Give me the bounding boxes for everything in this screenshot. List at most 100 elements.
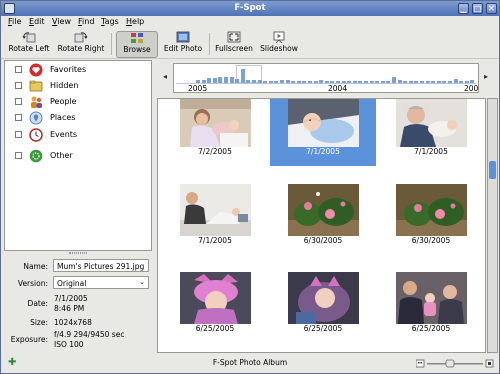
title-bar[interactable]: F-Spot ▁ □ ✕ <box>1 1 499 16</box>
menu-edit[interactable]: Edit <box>29 17 45 26</box>
photo-thumbnail[interactable]: 7/1/2005 <box>162 181 268 255</box>
splitter-grip <box>69 252 87 254</box>
timeline-prev-arrow[interactable]: ◂ <box>163 72 167 81</box>
menu-view[interactable]: View <box>52 17 71 26</box>
timeline-histogram-bar <box>308 81 312 83</box>
tag-item-people[interactable]: People <box>5 94 151 110</box>
timeline-baseline <box>176 83 476 84</box>
timeline-bar[interactable]: 2005 2004 200 <box>173 63 479 93</box>
tag-checkbox[interactable] <box>15 98 22 105</box>
exposure-value: f/4.9 294/9450 sec <box>54 330 125 339</box>
edit-photo-icon <box>176 31 190 43</box>
timeline-histogram-bar <box>431 81 436 83</box>
timeline-histogram-bar <box>313 81 318 83</box>
fullscreen-button[interactable]: Fullscreen <box>213 31 255 58</box>
timeline-histogram-bar <box>347 81 352 83</box>
tag-label: Favorites <box>50 65 87 74</box>
photo-thumbnail[interactable]: 6/25/2005 <box>270 269 376 343</box>
timeline-histogram-bar <box>375 81 380 83</box>
photo-thumbnail-selected[interactable]: 7/1/2005 <box>270 99 376 166</box>
tag-checkbox[interactable] <box>15 152 22 159</box>
exposure-label: Exposure: <box>10 335 48 344</box>
timeline-histogram-bar <box>302 81 307 83</box>
rotate-left-icon <box>22 32 36 43</box>
timeline-histogram-bar <box>224 77 228 83</box>
timeline-histogram-bar <box>425 81 430 83</box>
tag-item-events[interactable]: Events <box>5 127 151 143</box>
photo-image <box>180 184 251 236</box>
browse-button[interactable]: Browse <box>116 31 158 58</box>
tag-item-favorites[interactable]: Favorites <box>5 62 151 78</box>
time-value: 8:46 PM <box>54 304 85 313</box>
events-icon <box>29 128 43 142</box>
menu-find[interactable]: Find <box>78 17 94 26</box>
minimize-button[interactable]: ▁ <box>458 3 469 14</box>
tag-item-other[interactable]: Other <box>5 148 151 164</box>
vertical-splitter[interactable] <box>152 60 155 353</box>
photo-image <box>288 184 359 236</box>
slideshow-icon <box>273 31 285 43</box>
tag-item-places[interactable]: Places <box>5 110 151 126</box>
other-icon <box>29 149 43 163</box>
tag-checkbox[interactable] <box>15 66 22 73</box>
tag-list: Favorites Hidden People Places Events Ot… <box>4 60 152 251</box>
timeline-histogram-bar <box>397 80 402 83</box>
tag-checkbox[interactable] <box>15 131 22 138</box>
tag-label: Other <box>50 151 73 160</box>
maximize-button[interactable]: □ <box>472 3 483 14</box>
timeline-year: 2004 <box>328 84 348 93</box>
photo-caption: 7/1/2005 <box>198 236 232 245</box>
photo-thumbnail[interactable]: 7/1/2005 <box>378 99 484 166</box>
timeline-histogram-bar <box>364 81 368 83</box>
timeline-histogram-bar <box>268 81 273 83</box>
date-label: Date: <box>27 299 48 308</box>
photo-thumbnail[interactable]: 6/25/2005 <box>378 269 484 343</box>
photo-caption: 6/25/2005 <box>303 324 343 333</box>
zoom-slider[interactable] <box>416 359 494 368</box>
timeline-histogram-bar <box>464 81 469 83</box>
timeline-histogram-bar <box>252 80 256 83</box>
menu-tags[interactable]: Tags <box>101 17 119 26</box>
fullscreen-icon <box>227 31 241 43</box>
rotate-right-button[interactable]: Rotate Right <box>55 31 107 58</box>
photo-thumbnail[interactable]: 7/2/2005 <box>162 99 268 166</box>
timeline-histogram-bar <box>319 80 324 83</box>
timeline-histogram-bar <box>380 81 385 83</box>
timeline-histogram-bar <box>201 80 206 83</box>
photo-thumbnail[interactable]: 6/25/2005 <box>162 269 268 343</box>
photo-image <box>396 99 467 147</box>
tag-item-hidden[interactable]: Hidden <box>5 78 151 94</box>
close-button[interactable]: ✕ <box>486 3 497 14</box>
version-select[interactable]: Original ⌄ <box>53 276 149 289</box>
rotate-left-button[interactable]: Rotate Left <box>5 31 53 58</box>
slideshow-label: Slideshow <box>260 44 298 53</box>
chevron-down-icon: ⌄ <box>139 278 145 286</box>
photo-caption: 7/1/2005 <box>414 147 448 156</box>
status-bar: ✚ F-Spot Photo Album <box>1 354 499 373</box>
photo-thumbnail[interactable]: 6/30/2005 <box>270 181 376 255</box>
slideshow-button[interactable]: Slideshow <box>258 31 300 58</box>
rotate-right-label: Rotate Right <box>57 44 105 53</box>
pane-splitter[interactable] <box>4 251 152 255</box>
timeline-histogram-bar <box>240 69 245 83</box>
timeline-histogram-bar <box>291 81 296 83</box>
vertical-scrollbar[interactable] <box>487 98 498 353</box>
menu-help[interactable]: Help <box>126 17 144 26</box>
timeline-histogram-bar <box>470 80 475 83</box>
photo-thumbnail[interactable]: 6/30/2005 <box>378 181 484 255</box>
timeline-histogram-bar <box>420 81 424 83</box>
timeline-histogram-bar <box>330 81 335 83</box>
timeline-next-arrow[interactable]: ▸ <box>484 72 488 81</box>
menu-file[interactable]: File <box>8 17 21 26</box>
timeline-histogram-bar <box>324 81 329 83</box>
timeline-histogram-bar <box>246 80 251 83</box>
tag-checkbox[interactable] <box>15 114 22 121</box>
edit-photo-button[interactable]: Edit Photo <box>161 31 205 58</box>
tag-label: Hidden <box>50 81 79 90</box>
name-field[interactable]: Mum's Pictures 291.jpg <box>53 259 149 272</box>
tag-checkbox[interactable] <box>15 82 22 89</box>
timeline-histogram-bar <box>229 77 234 83</box>
photo-image <box>180 99 251 147</box>
scrollbar-thumb[interactable] <box>489 161 496 179</box>
photo-caption: 6/30/2005 <box>411 236 451 245</box>
